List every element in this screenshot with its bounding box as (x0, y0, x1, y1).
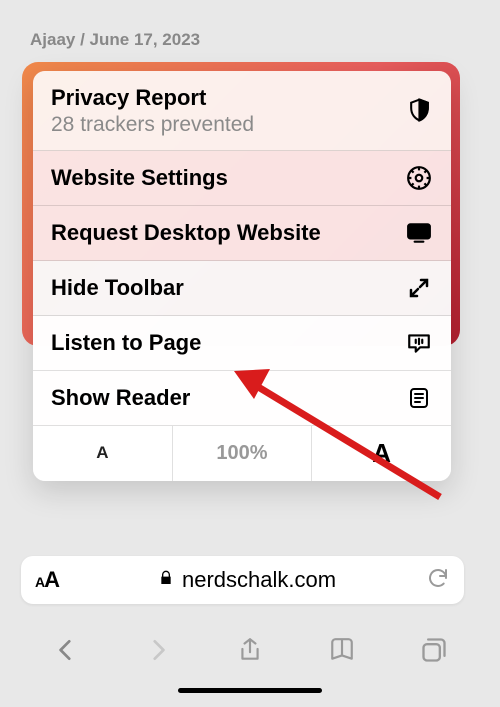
bookmarks-button[interactable] (327, 635, 357, 665)
article-byline: Ajaay / June 17, 2023 (30, 30, 200, 50)
listen-to-page-label: Listen to Page (51, 329, 201, 357)
desktop-icon (405, 219, 433, 247)
tabs-button[interactable] (419, 635, 449, 665)
hide-toolbar-label: Hide Toolbar (51, 274, 184, 302)
show-reader-label: Show Reader (51, 384, 190, 412)
zoom-decrease[interactable]: A (33, 426, 173, 481)
bottom-toolbar (0, 620, 500, 680)
privacy-report-subtitle: 28 trackers prevented (51, 112, 254, 137)
byline-sep: / (75, 30, 89, 49)
speech-sound-icon (405, 329, 433, 357)
byline-author: Ajaay (30, 30, 75, 49)
privacy-report-title: Privacy Report (51, 84, 254, 112)
gear-icon (405, 164, 433, 192)
aa-button[interactable]: AA (35, 567, 60, 593)
menu-item-hide-toolbar[interactable]: Hide Toolbar (33, 261, 451, 316)
shield-icon (405, 96, 433, 124)
zoom-level[interactable]: 100% (173, 426, 313, 481)
zoom-increase[interactable]: A (312, 426, 451, 481)
expand-arrows-icon (405, 274, 433, 302)
reload-icon[interactable] (426, 566, 450, 595)
address-bar[interactable]: AA nerdschalk.com (21, 556, 464, 604)
menu-item-website-settings[interactable]: Website Settings (33, 151, 451, 206)
lock-icon (158, 567, 174, 593)
forward-button (143, 635, 173, 665)
request-desktop-label: Request Desktop Website (51, 219, 321, 247)
zoom-controls: A 100% A (33, 426, 451, 481)
reader-icon (405, 384, 433, 412)
byline-date: June 17, 2023 (90, 30, 201, 49)
home-indicator (178, 688, 322, 693)
menu-item-show-reader[interactable]: Show Reader (33, 371, 451, 426)
back-button[interactable] (51, 635, 81, 665)
menu-item-listen-to-page[interactable]: Listen to Page (33, 316, 451, 371)
website-settings-label: Website Settings (51, 164, 228, 192)
menu-item-privacy-report[interactable]: Privacy Report 28 trackers prevented (33, 71, 451, 151)
share-button[interactable] (235, 635, 265, 665)
menu-item-request-desktop[interactable]: Request Desktop Website (33, 206, 451, 261)
aa-menu: Privacy Report 28 trackers prevented Web… (33, 71, 451, 481)
address-domain[interactable]: nerdschalk.com (68, 567, 426, 593)
domain-text: nerdschalk.com (182, 567, 336, 593)
